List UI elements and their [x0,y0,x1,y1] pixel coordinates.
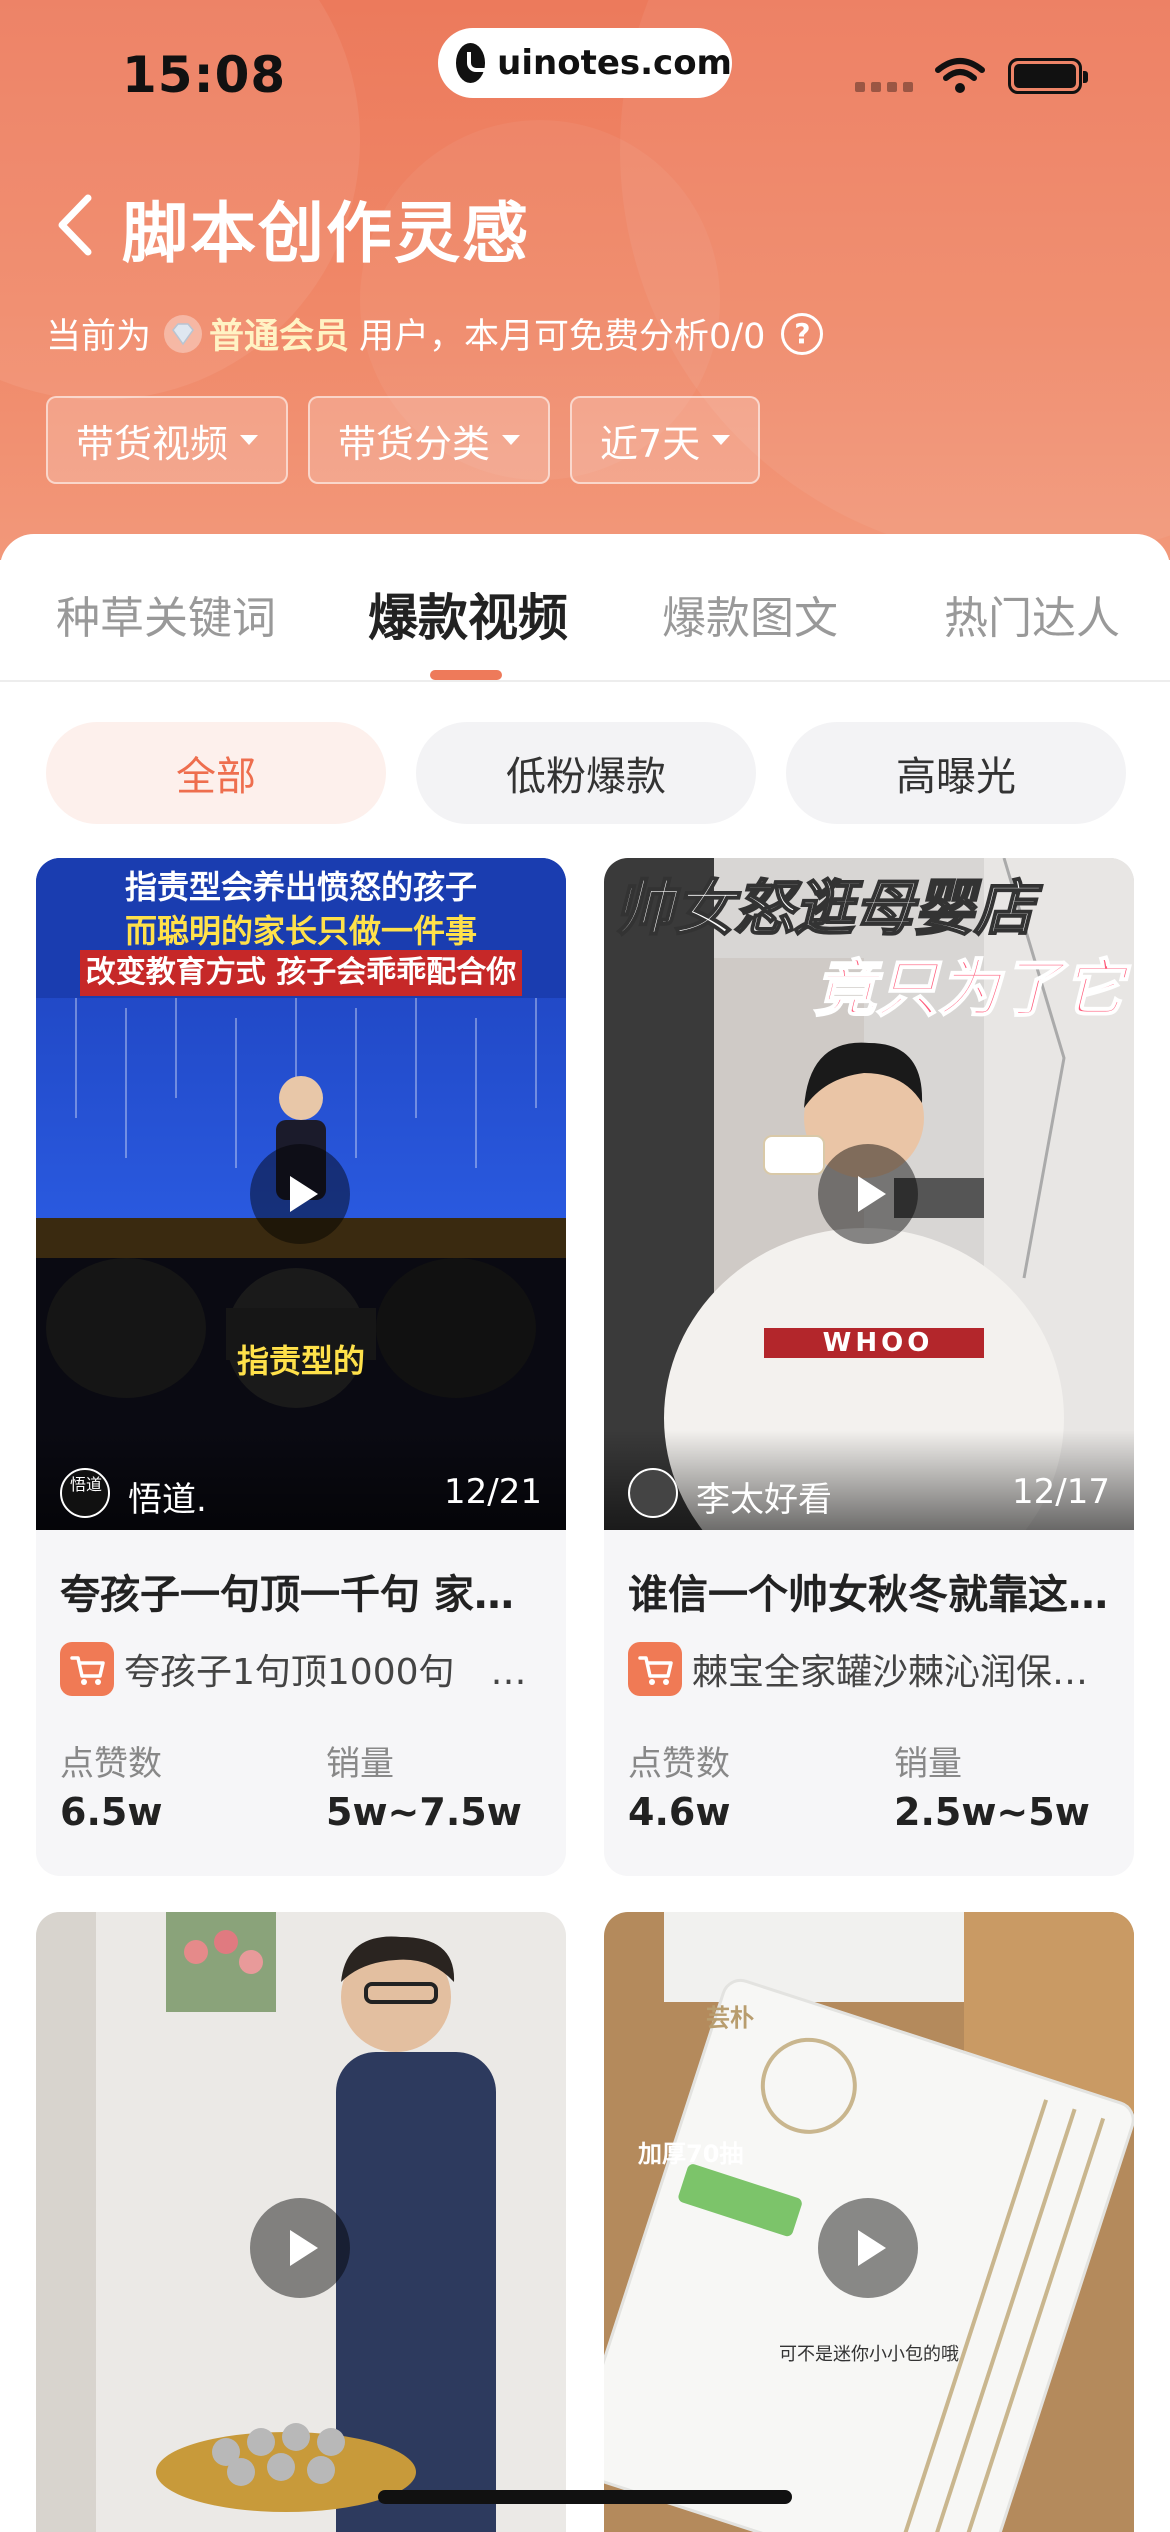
sales-range: 5w~7.5w [326,1790,522,1834]
membership-info: 当前为 普通会员 用户，本月可免费分析0/0 ? [46,308,824,359]
chip-all[interactable]: 全部 [46,722,386,824]
sales-label: 销量 [894,1744,962,1784]
author-avatar[interactable]: 悟道 [60,1468,110,1518]
video-card[interactable]: 指责型会养出愤怒的孩子 而聪明的家长只做一件事 改变教育方式 孩子会乖乖配合你 … [36,858,566,1876]
video-thumbnail[interactable] [36,1912,566,2532]
overlay-caption-1: 指责型会养出愤怒的孩子 [124,868,477,906]
video-card[interactable] [36,1912,566,2532]
tab-top-creators[interactable]: 热门达人 [944,582,1120,646]
wifi-icon [935,58,985,93]
active-tab-indicator [430,670,502,680]
shopping-cart-icon [60,1642,114,1696]
overlay-caption-2: 竟只为了它 [813,951,1125,1026]
page-title: 脚本创作灵感 [122,195,530,272]
product-link[interactable]: 棘宝全家罐沙棘沁润保湿霜 [628,1642,1118,1696]
likes-label: 点赞数 [60,1744,162,1784]
tab-hot-posts[interactable]: 爆款图文 [662,582,838,646]
post-date: 12/17 [1012,1472,1110,1512]
diamond-icon [164,314,203,353]
product-name: 夸孩子1句顶1000句 句句戳心 [124,1652,550,1693]
caret-down-icon [712,435,731,445]
tab-hot-videos[interactable]: 爆款视频 [368,578,568,650]
membership-tier[interactable]: 普通会员 [209,308,349,359]
uinotes-logo-icon [456,43,494,83]
tab-keywords[interactable]: 种草关键词 [56,582,276,646]
chip-low-follower[interactable]: 低粉爆款 [416,722,756,824]
video-card[interactable]: 帅女怒逛母婴店 竟只为了它 WHOO 李太好看 12/17 谁信一个帅女秋冬就靠… [604,858,1134,1876]
author-name[interactable]: 悟道. [128,1472,207,1521]
overlay-caption-2: 而聪明的家长只做一件事 [124,912,477,950]
play-icon[interactable] [250,2198,350,2298]
filter-label: 带货分类 [338,421,491,466]
video-title[interactable]: 夸孩子一句顶一千句 家长这样说 [60,1562,550,1620]
back-arrow-icon[interactable] [52,190,102,260]
play-icon[interactable] [250,1144,350,1244]
caret-down-icon [240,435,259,445]
filter-label: 近7天 [600,421,701,466]
video-caption: 可不是迷你小小包的哦 [779,2344,959,2365]
home-indicator[interactable] [378,2490,792,2504]
package-tag: 加厚70抽 [638,2140,744,2168]
post-date: 12/21 [444,1472,542,1512]
filter-category[interactable]: 带货分类 [308,396,551,484]
play-icon[interactable] [818,2198,918,2298]
video-thumbnail[interactable]: 帅女怒逛母婴店 竟只为了它 WHOO 李太好看 12/17 [604,858,1134,1530]
membership-prefix: 当前为 [46,317,152,357]
product-link[interactable]: 夸孩子1句顶1000句 句句戳心 [60,1642,550,1696]
url-text: uinotes.com [497,43,732,83]
chip-high-exposure[interactable]: 高曝光 [786,722,1126,824]
help-icon[interactable]: ? [781,312,824,355]
caret-down-icon [502,435,521,445]
package-brand: 芸朴 [706,2004,754,2032]
filter-bar: 带货视频 带货分类 近7天 [46,396,761,484]
chip-group: 全部 低粉爆款 高曝光 [46,722,1126,824]
play-icon[interactable] [818,1144,918,1244]
url-pill[interactable]: uinotes.com [438,28,732,98]
likes-count: 6.5w [60,1790,163,1834]
filter-video-type[interactable]: 带货视频 [46,396,289,484]
sales-label: 销量 [326,1744,394,1784]
overlay-caption-1: 帅女怒逛母婴店 [613,873,1035,945]
tab-bar: 种草关键词 爆款视频 爆款图文 热门达人 [0,534,1170,682]
filter-label: 带货视频 [76,421,229,466]
product-name: 棘宝全家罐沙棘沁润保湿霜 [692,1652,1118,1693]
status-time: 15:08 [122,46,287,104]
author-name[interactable]: 李太好看 [696,1472,832,1521]
video-card[interactable]: 芸朴 加厚70抽 可不是迷你小小包的哦 [604,1912,1134,2532]
membership-suffix: 用户，本月可免费分析0/0 [359,317,766,357]
avatar-text: 悟道 [69,1475,102,1494]
cellular-signal-icon [855,82,913,92]
shopping-cart-icon [628,1642,682,1696]
likes-count: 4.6w [628,1790,731,1834]
filter-date-range[interactable]: 近7天 [570,396,761,484]
shirt-print: WHOO [822,1328,934,1358]
sales-range: 2.5w~5w [894,1790,1090,1834]
author-avatar[interactable] [628,1468,678,1518]
video-title[interactable]: 谁信一个帅女秋冬就靠这一瓶 [628,1562,1118,1620]
likes-label: 点赞数 [628,1744,730,1784]
video-thumbnail[interactable]: 芸朴 加厚70抽 可不是迷你小小包的哦 [604,1912,1134,2532]
video-thumbnail[interactable]: 指责型会养出愤怒的孩子 而聪明的家长只做一件事 改变教育方式 孩子会乖乖配合你 … [36,858,566,1530]
battery-icon [1008,58,1088,94]
video-subtitle: 指责型的 [236,1342,365,1380]
overlay-caption-3: 改变教育方式 孩子会乖乖配合你 [80,950,522,996]
